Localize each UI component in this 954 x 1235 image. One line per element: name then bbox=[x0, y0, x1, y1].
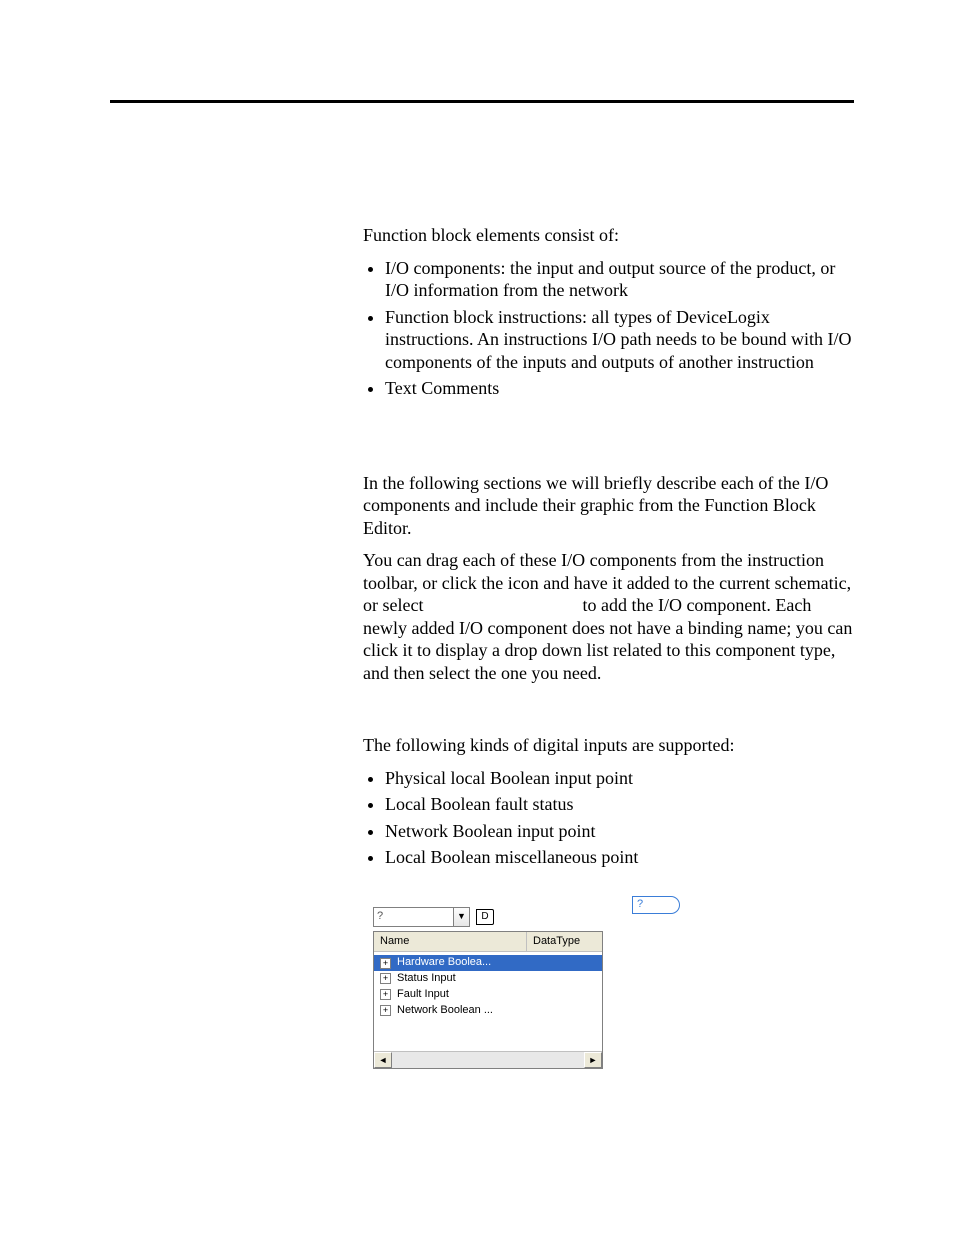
expand-icon[interactable]: + bbox=[380, 958, 391, 969]
combo-row: ? ▼ D bbox=[373, 907, 603, 927]
scroll-left-icon[interactable]: ◄ bbox=[374, 1052, 392, 1068]
dropdown-panel: Name DataType + Hardware Boolea... + Sta… bbox=[373, 931, 603, 1070]
io-drag-para: You can drag each of these I/O component… bbox=[363, 549, 853, 684]
tree-item[interactable]: + Fault Input bbox=[374, 987, 602, 1003]
list-item: Physical local Boolean input point bbox=[385, 767, 853, 790]
horizontal-scrollbar[interactable]: ◄ ► bbox=[374, 1051, 602, 1068]
intro-para: Function block elements consist of: bbox=[363, 224, 853, 247]
col-datatype[interactable]: DataType bbox=[527, 932, 602, 952]
table-header: Name DataType bbox=[374, 932, 602, 953]
tree-list: + Hardware Boolea... + Status Input + Fa… bbox=[374, 952, 602, 1051]
header-rule bbox=[110, 100, 854, 103]
body-text: Function block elements consist of: I/O … bbox=[363, 224, 853, 1069]
digital-input-symbol-icon: ? bbox=[632, 896, 680, 914]
expand-icon[interactable]: + bbox=[380, 1005, 391, 1016]
list-item: Local Boolean fault status bbox=[385, 793, 853, 816]
tree-item[interactable]: + Network Boolean ... bbox=[374, 1003, 602, 1019]
scroll-right-icon[interactable]: ► bbox=[584, 1052, 602, 1068]
col-name[interactable]: Name bbox=[374, 932, 527, 952]
list-item: Function block instructions: all types o… bbox=[385, 306, 853, 374]
list-item: Text Comments bbox=[385, 377, 853, 400]
scroll-track[interactable] bbox=[392, 1052, 584, 1068]
list-item: Network Boolean input point bbox=[385, 820, 853, 843]
d-tag-icon: D bbox=[476, 909, 494, 925]
elements-list: I/O components: the input and output sou… bbox=[363, 257, 853, 400]
chevron-down-icon[interactable]: ▼ bbox=[454, 907, 470, 927]
expand-icon[interactable]: + bbox=[380, 973, 391, 984]
tree-item[interactable]: + Hardware Boolea... bbox=[374, 955, 602, 971]
digital-inputs-para: The following kinds of digital inputs ar… bbox=[363, 734, 853, 757]
io-overview-para: In the following sections we will briefl… bbox=[363, 472, 853, 540]
expand-icon[interactable]: + bbox=[380, 989, 391, 1000]
io-component-picker: ? ▼ D Name DataType + Hardware Boolea... bbox=[373, 907, 603, 1070]
list-item: Local Boolean miscellaneous point bbox=[385, 846, 853, 869]
digital-inputs-list: Physical local Boolean input point Local… bbox=[363, 767, 853, 869]
binding-name-combo[interactable]: ? bbox=[373, 907, 454, 927]
list-item: I/O components: the input and output sou… bbox=[385, 257, 853, 302]
tree-item[interactable]: + Status Input bbox=[374, 971, 602, 987]
